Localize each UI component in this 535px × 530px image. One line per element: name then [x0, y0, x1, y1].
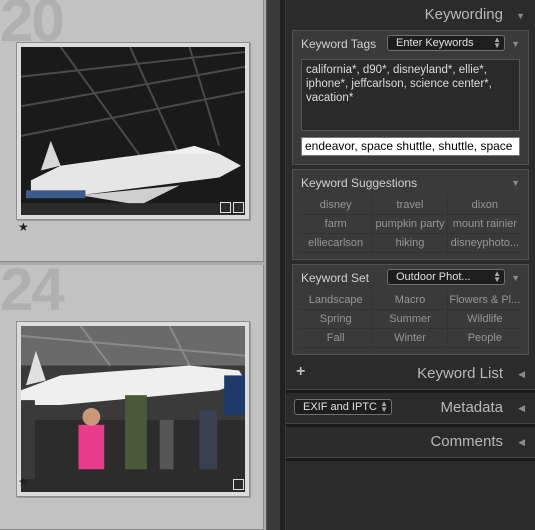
collapse-triangle-icon[interactable]: ▼	[511, 39, 520, 49]
thumbnail-frame[interactable]	[16, 42, 250, 220]
keyword-suggestions-label: Keyword Suggestions	[301, 176, 418, 190]
keyword-set-dropdown[interactable]: Outdoor Phot... ▲ ▼	[387, 269, 505, 285]
comments-title: Comments	[430, 433, 503, 450]
rating-star[interactable]: ★	[18, 220, 29, 234]
suggested-keyword[interactable]: elliecarlson	[299, 234, 374, 253]
suggested-keyword[interactable]: pumpkin party	[373, 215, 448, 234]
keyword-set-item[interactable]: Spring	[299, 310, 374, 329]
keyword-badge-icon	[220, 202, 231, 213]
suggested-keyword[interactable]: travel	[373, 196, 448, 215]
keyword-set-label: Keyword Set	[301, 271, 370, 285]
keyword-entry-mode-dropdown[interactable]: Enter Keywords ▲ ▼	[387, 35, 505, 51]
grid-cell[interactable]: 20 ★	[0, 0, 264, 262]
add-keyword-icon[interactable]: +	[296, 363, 305, 381]
keyword-set-item[interactable]: People	[447, 329, 522, 348]
dropdown-value: Outdoor Phot...	[396, 271, 471, 283]
keyword-set-item[interactable]: Landscape	[299, 291, 374, 310]
keyword-suggestions-header: Keyword Suggestions ▼	[293, 170, 528, 196]
keyword-set-item[interactable]: Fall	[299, 329, 374, 348]
suggested-keyword[interactable]: dixon	[447, 196, 522, 215]
collapse-triangle-icon[interactable]: ▼	[516, 11, 525, 21]
library-grid: 20 ★ 24 ★	[0, 0, 268, 530]
collapse-triangle-icon[interactable]: ▼	[511, 178, 520, 188]
metadata-header[interactable]: EXIF and IPTC ▲ ▼ Metadata ◀	[286, 393, 535, 423]
keyword-tags-textarea[interactable]: california*, d90*, disneyland*, ellie*, …	[301, 59, 520, 131]
keywording-title: Keywording	[424, 6, 503, 23]
keyword-set-item[interactable]: Summer	[373, 310, 448, 329]
add-keywords-input[interactable]: endeavor, space shuttle, shuttle, space	[301, 137, 520, 156]
updown-arrow-icon: ▲ ▼	[380, 399, 388, 414]
suggested-keyword[interactable]: farm	[299, 215, 374, 234]
expand-triangle-icon[interactable]: ◀	[518, 437, 525, 448]
keyword-set-section: Keyword Set Outdoor Phot... ▲ ▼ ▼ Landsca…	[292, 264, 529, 355]
keyword-suggestions-section: Keyword Suggestions ▼ disney travel dixo…	[292, 169, 529, 260]
keyword-set-item[interactable]: Winter	[373, 329, 448, 348]
expand-triangle-icon[interactable]: ◀	[518, 369, 525, 380]
keyword-badge-icon	[233, 479, 244, 490]
keyword-set-header: Keyword Set Outdoor Phot... ▲ ▼ ▼	[293, 265, 528, 291]
keyword-set-item[interactable]: Wildlife	[447, 310, 522, 329]
metadata-preset-dropdown[interactable]: EXIF and IPTC ▲ ▼	[294, 399, 392, 415]
cell-index-number: 24	[0, 265, 65, 323]
grid-cell[interactable]: 24 ★	[0, 265, 264, 530]
dropdown-value: Enter Keywords	[396, 37, 474, 49]
keyword-list-title: Keyword List	[417, 365, 503, 382]
keywording-header[interactable]: Keywording ▼	[286, 0, 535, 30]
dropdown-value: EXIF and IPTC	[303, 401, 377, 413]
collapse-triangle-icon[interactable]: ▼	[511, 273, 520, 283]
keyword-tags-label: Keyword Tags	[301, 37, 377, 51]
suggested-keyword[interactable]: disney	[299, 196, 374, 215]
keyword-set-grid: Landscape Macro Flowers & Pl... Spring S…	[299, 291, 522, 348]
updown-arrow-icon: ▲ ▼	[493, 269, 501, 284]
metadata-title: Metadata	[440, 399, 503, 416]
keyword-list-header[interactable]: + Keyword List ◀	[286, 359, 535, 389]
photo-thumbnail-shuttle[interactable]	[21, 47, 245, 215]
suggested-keyword[interactable]: mount rainier	[447, 215, 522, 234]
panel-divider[interactable]	[280, 0, 285, 530]
rating-star[interactable]: ★	[18, 475, 29, 489]
comments-header[interactable]: Comments ◀	[286, 427, 535, 457]
suggestion-grid: disney travel dixon farm pumpkin party m…	[299, 196, 522, 253]
updown-arrow-icon: ▲ ▼	[493, 35, 501, 50]
expand-triangle-icon[interactable]: ◀	[518, 403, 525, 414]
comment-badge-icon	[233, 202, 244, 213]
photo-thumbnail-girl-shuttle[interactable]	[21, 326, 245, 492]
right-panel: Keywording ▼ Keyword Tags Enter Keywords…	[286, 0, 535, 530]
thumbnail-frame[interactable]	[16, 321, 250, 497]
keyword-set-item[interactable]: Flowers & Pl...	[447, 291, 522, 310]
suggested-keyword[interactable]: disneyphoto...	[447, 234, 522, 253]
suggested-keyword[interactable]: hiking	[373, 234, 448, 253]
section-divider	[286, 457, 535, 461]
keyword-set-item[interactable]: Macro	[373, 291, 448, 310]
keyword-tags-header: Keyword Tags Enter Keywords ▲ ▼ ▼	[293, 31, 528, 57]
keyword-tags-section: Keyword Tags Enter Keywords ▲ ▼ ▼ califor…	[292, 30, 529, 165]
